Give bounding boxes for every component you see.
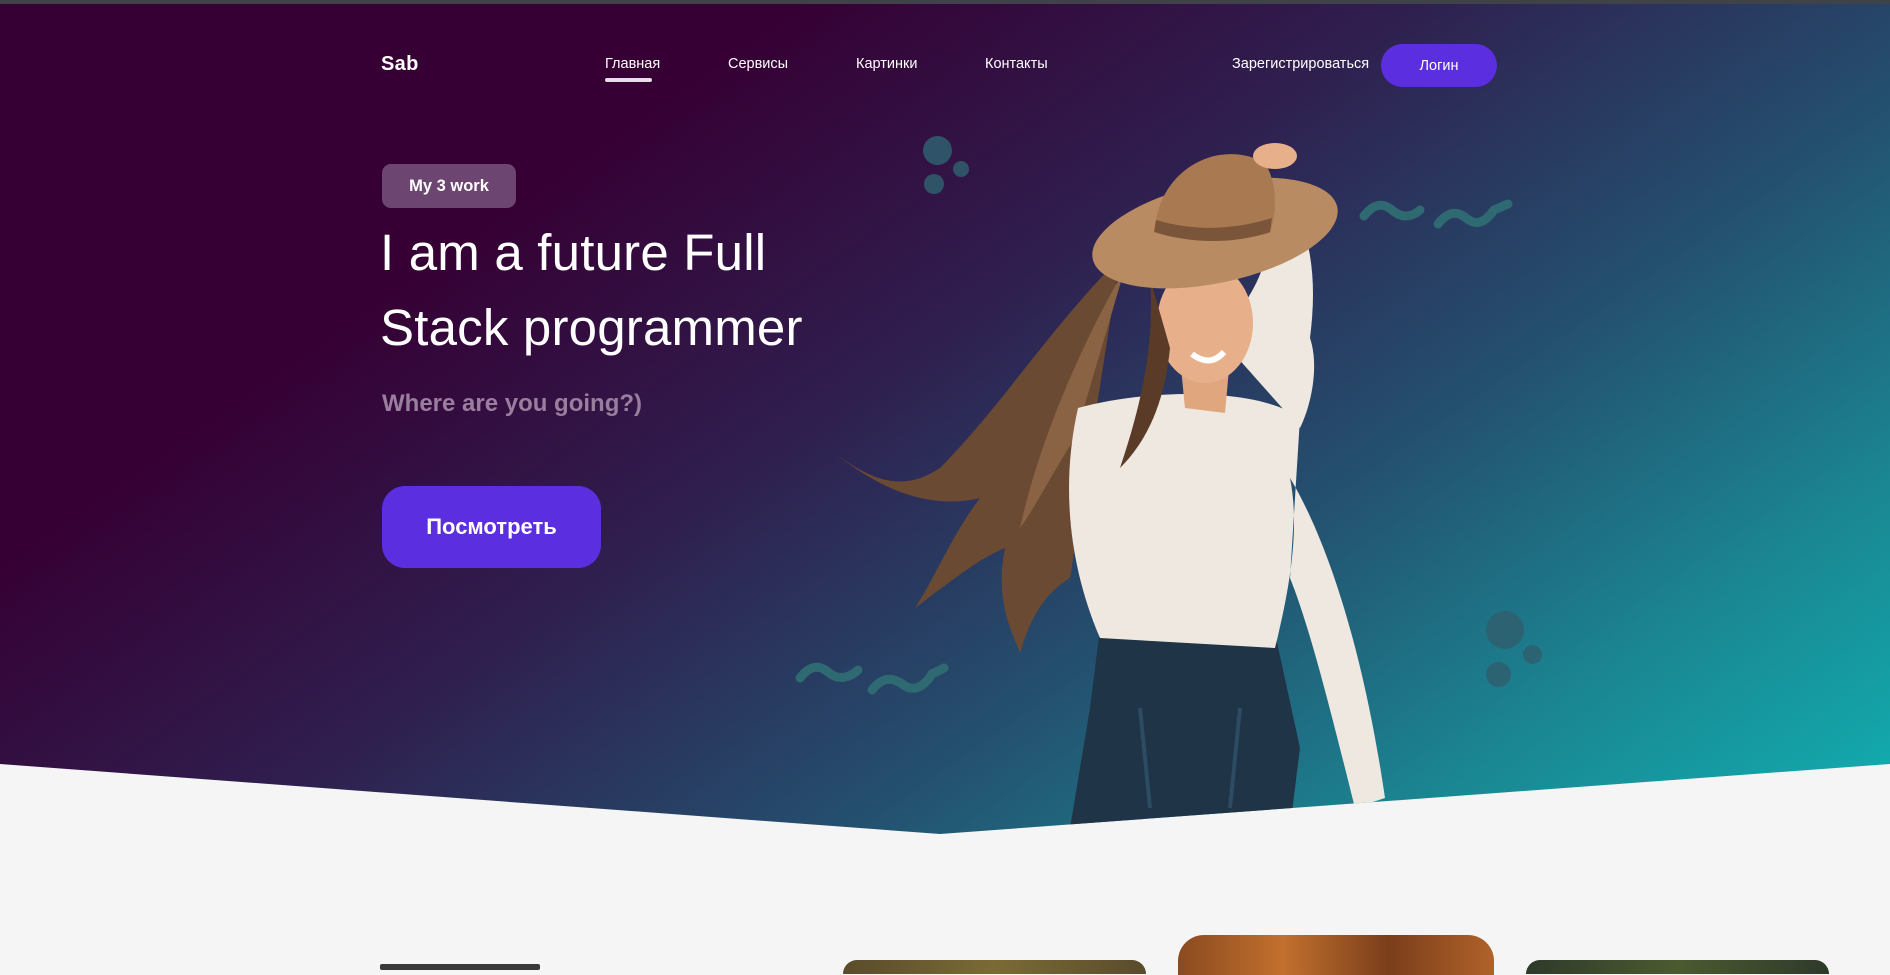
gallery-card-1[interactable] — [843, 960, 1146, 974]
nav-link-home[interactable]: Главная — [605, 56, 660, 82]
nav-link-contacts[interactable]: Контакты — [985, 56, 1048, 72]
window-top-border — [0, 0, 1890, 4]
nav-link-pictures[interactable]: Картинки — [856, 56, 917, 72]
hero-subtitle: Where are you going?) — [382, 390, 643, 417]
card-edge — [380, 964, 540, 970]
hero-headline: I am a future Full Stack programmer — [380, 215, 940, 365]
headline-line-1: I am a future Full — [380, 224, 767, 281]
gallery-card-2[interactable] — [1178, 935, 1494, 975]
decor-dot — [1486, 611, 1524, 649]
register-link[interactable]: Зарегистрироваться — [1232, 56, 1369, 72]
site-logo[interactable]: Sab — [381, 53, 419, 76]
headline-line-2: Stack programmer — [380, 299, 803, 356]
decor-dot — [1523, 645, 1542, 664]
nav-link-services[interactable]: Сервисы — [728, 56, 788, 72]
work-badge: My 3 work — [382, 164, 516, 208]
login-button[interactable]: Логин — [1381, 44, 1497, 87]
view-button[interactable]: Посмотреть — [382, 486, 601, 568]
hero-section: Sab Главная Сервисы Картинки Контакты За… — [0, 0, 1890, 834]
decor-dot — [1486, 662, 1511, 687]
gallery-card-3[interactable] — [1526, 960, 1829, 974]
top-navigation: Sab Главная Сервисы Картинки Контакты За… — [0, 42, 1890, 90]
